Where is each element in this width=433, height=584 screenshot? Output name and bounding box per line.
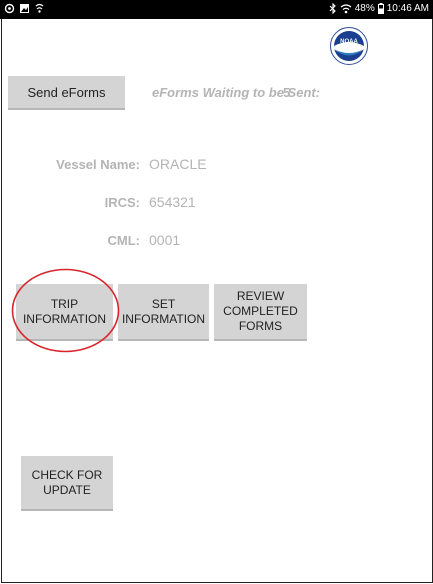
status-time: 10:46 AM — [386, 3, 429, 14]
check-button-text: CHECK FOR UPDATE — [32, 468, 103, 498]
status-right: 48% 10:46 AM — [329, 3, 429, 14]
battery-icon — [377, 3, 384, 14]
noaa-logo-text: NOAA — [340, 39, 358, 45]
set-button-text: SET INFORMATION — [122, 297, 205, 327]
check-line-1: CHECK FOR — [31, 467, 103, 482]
check-line-2: UPDATE — [43, 482, 91, 497]
noaa-logo: NOAA — [330, 27, 368, 65]
review-line-3: FORMS — [238, 319, 283, 333]
review-line-2: COMPLETED — [223, 304, 298, 318]
trip-line-2: INFORMATION — [22, 311, 107, 326]
status-bar: 48% 10:46 AM — [0, 0, 433, 19]
vessel-name-label: Vessel Name: — [56, 157, 140, 172]
set-line-1: SET — [151, 296, 176, 311]
send-eforms-button[interactable]: Send eForms — [8, 76, 125, 110]
set-information-button[interactable]: SET INFORMATION — [118, 284, 209, 341]
review-completed-forms-button[interactable]: REVIEW COMPLETED FORMS — [214, 284, 307, 341]
review-button-text: REVIEW COMPLETED FORMS — [223, 289, 298, 334]
trip-information-button[interactable]: TRIP INFORMATION — [16, 284, 113, 341]
check-for-update-button[interactable]: CHECK FOR UPDATE — [21, 456, 113, 511]
trip-button-text: TRIP INFORMATION — [23, 297, 106, 327]
ircs-value: 654321 — [149, 194, 196, 210]
battery-percent: 48% — [354, 3, 375, 14]
notification-icon — [35, 3, 44, 13]
cml-label: CML: — [107, 233, 141, 248]
vessel-name-value: ORACLE — [149, 156, 207, 172]
eforms-waiting-count: 5 — [283, 85, 291, 100]
trip-line-1: TRIP — [50, 296, 79, 311]
settings-icon — [4, 3, 15, 14]
bluetooth-icon — [329, 3, 336, 14]
cml-value: 0001 — [149, 232, 181, 248]
review-line-1: REVIEW — [236, 289, 285, 303]
set-line-2: INFORMATION — [121, 311, 206, 326]
status-left — [4, 3, 45, 14]
image-icon — [20, 4, 29, 13]
ircs-label: IRCS: — [104, 195, 140, 210]
wifi-icon — [340, 3, 352, 13]
eforms-waiting-label: eForms Waiting to be Sent: — [152, 85, 321, 100]
